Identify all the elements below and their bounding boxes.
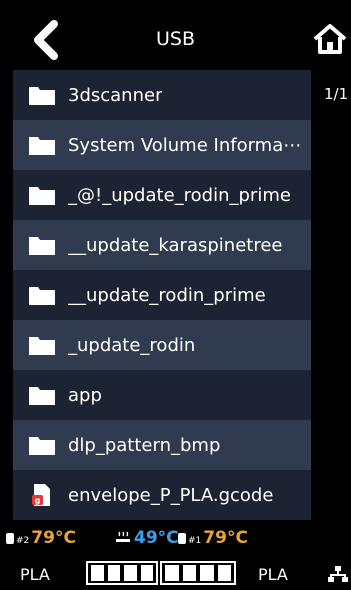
folder-icon — [28, 184, 56, 206]
list-item[interactable]: dlp_pattern_bmp — [13, 420, 311, 470]
list-item[interactable]: __update_rodin_prime — [13, 270, 311, 320]
file-list: 3dscanner System Volume Informa⋯ _@!_upd… — [13, 70, 311, 520]
filament-left-label: PLA — [20, 565, 50, 584]
file-name: dlp_pattern_bmp — [68, 434, 221, 456]
nozzle2-temp: 79°C — [31, 528, 76, 548]
file-name: __update_karaspinetree — [68, 234, 283, 256]
file-name: System Volume Informa⋯ — [68, 134, 302, 156]
bed-temp-indicator: 49°C — [115, 528, 179, 549]
folder-icon — [28, 284, 56, 306]
gcode-file-icon: g — [28, 484, 56, 506]
filament-right-gauge — [160, 561, 236, 585]
nozzle2-temp-indicator: #2 79°C — [6, 528, 76, 548]
folder-icon — [28, 384, 56, 406]
nozzle-icon — [178, 533, 186, 544]
folder-icon — [28, 434, 56, 456]
svg-text:g: g — [35, 496, 41, 505]
filament-right-label: PLA — [258, 565, 288, 584]
list-item[interactable]: __update_karaspinetree — [13, 220, 311, 270]
home-icon — [313, 24, 347, 54]
nozzle-icon — [6, 533, 14, 544]
list-item[interactable]: app — [13, 370, 311, 420]
usb-browser-screen: USB 1/1 3dscanner System Volume Informa⋯ — [0, 0, 351, 590]
folder-icon — [28, 84, 56, 106]
list-item[interactable]: System Volume Informa⋯ — [13, 120, 311, 170]
bed-temp: 49°C — [134, 528, 179, 548]
file-name: _update_rodin — [68, 334, 196, 356]
list-item[interactable]: g envelope_P_PLA.gcode — [13, 470, 311, 520]
file-name: app — [68, 384, 102, 406]
file-name: 3dscanner — [68, 84, 163, 106]
file-name: envelope_P_PLA.gcode — [68, 484, 274, 506]
list-item[interactable]: _update_rodin — [13, 320, 311, 370]
nozzle1-temp-indicator: #1 79°C — [178, 528, 248, 548]
home-button[interactable] — [312, 22, 348, 56]
file-name: __update_rodin_prime — [68, 284, 266, 306]
page-title: USB — [155, 28, 195, 50]
filament-left-gauge — [86, 561, 158, 585]
file-name: _@!_update_rodin_prime — [68, 184, 291, 206]
folder-icon — [28, 234, 56, 256]
list-item[interactable]: 3dscanner — [13, 70, 311, 120]
page-indicator: 1/1 — [324, 85, 349, 103]
nozzle1-temp: 79°C — [203, 528, 248, 548]
header: USB — [0, 0, 351, 70]
folder-icon — [28, 334, 56, 356]
folder-icon — [28, 134, 56, 156]
bed-heat-icon — [115, 529, 131, 549]
list-item[interactable]: _@!_update_rodin_prime — [13, 170, 311, 220]
nozzle1-label: #1 — [188, 536, 202, 546]
nozzle2-label: #2 — [16, 536, 30, 546]
network-icon — [328, 566, 348, 586]
